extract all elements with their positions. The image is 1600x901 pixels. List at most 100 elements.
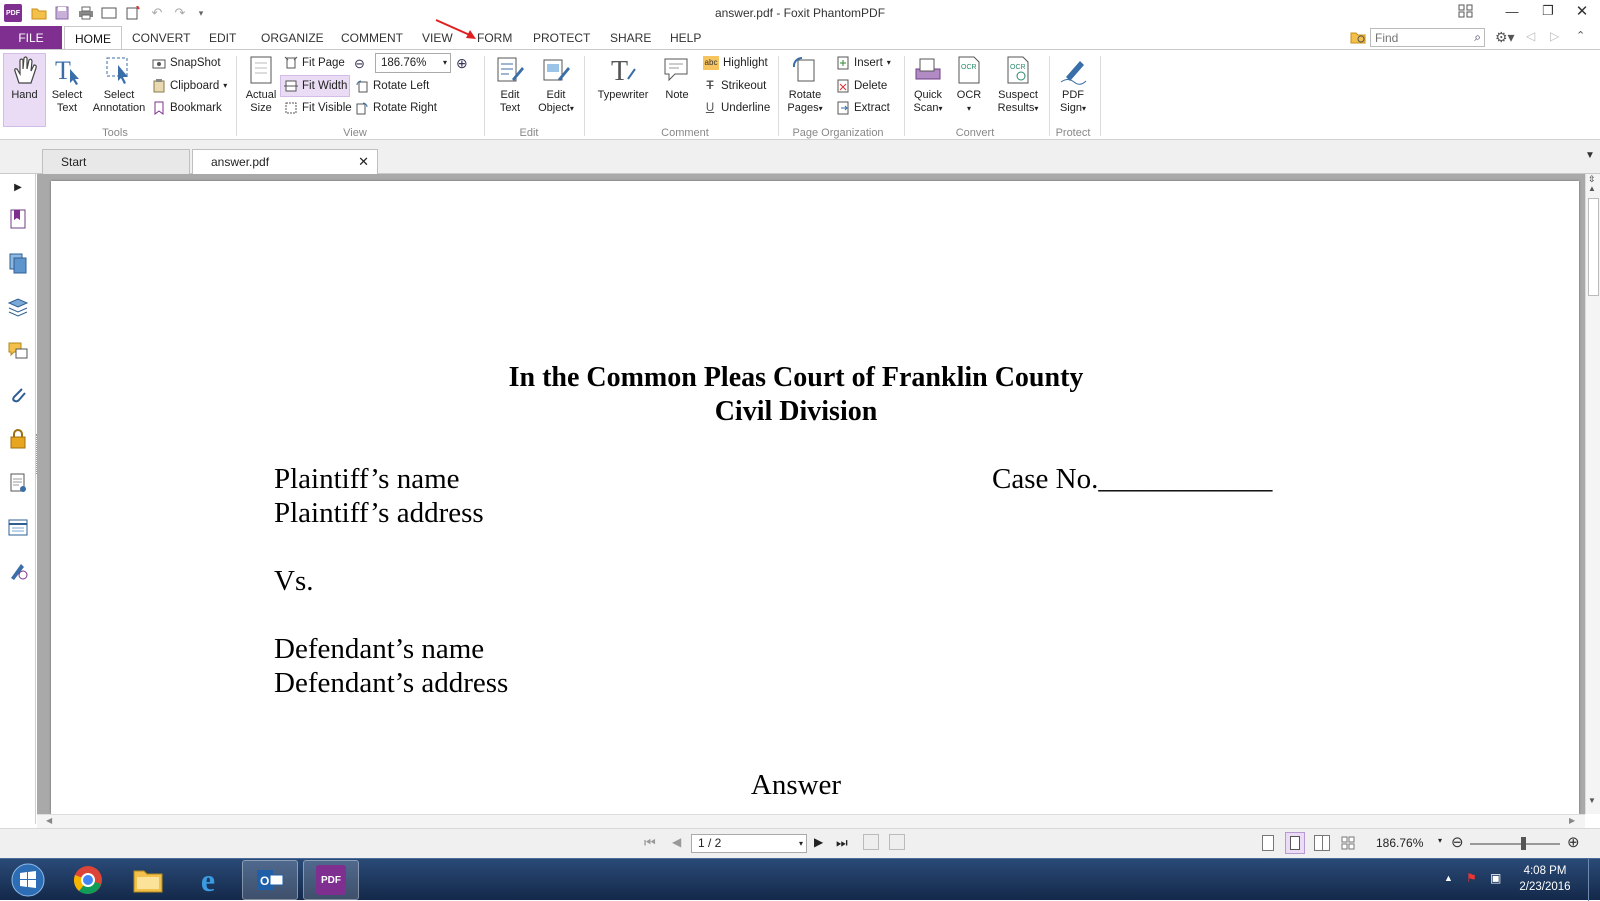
file-menu-button[interactable]: FILE xyxy=(0,26,62,49)
foxit-taskbar-icon[interactable]: PDF xyxy=(303,860,359,900)
show-hidden-icons[interactable]: ▲ xyxy=(1444,873,1453,883)
next-view-icon[interactable]: ▷ xyxy=(1550,29,1559,43)
zoom-out-icon[interactable]: ⊖ xyxy=(354,56,365,72)
scroll-up-icon[interactable]: ▲ xyxy=(1588,184,1596,193)
zoom-dropdown-icon[interactable]: ▾ xyxy=(443,54,447,72)
zoom-slider[interactable] xyxy=(1470,837,1560,850)
select-text-button[interactable]: T Select Text xyxy=(47,54,87,115)
search-folder-icon[interactable] xyxy=(1350,29,1366,45)
restore-layout-icon[interactable] xyxy=(1458,4,1474,18)
strikeout-button[interactable]: T Strikeout xyxy=(703,76,766,96)
outlook-taskbar-icon[interactable]: O xyxy=(242,860,298,900)
edit-object-button[interactable]: Edit Object▾ xyxy=(533,54,579,115)
continuous-view-icon[interactable] xyxy=(1285,832,1305,854)
previous-page-icon[interactable]: ◀ xyxy=(672,835,681,849)
security-panel-icon[interactable] xyxy=(7,428,29,450)
content-panel-icon[interactable] xyxy=(7,472,29,494)
quick-scan-button[interactable]: Quick Scan▾ xyxy=(908,54,948,115)
form-fields-panel-icon[interactable] xyxy=(7,516,29,538)
scroll-left-icon[interactable]: ◀ xyxy=(46,816,52,825)
gear-icon[interactable]: ⚙▾ xyxy=(1495,29,1515,46)
close-tab-icon[interactable]: ✕ xyxy=(358,150,369,174)
continuous-facing-icon[interactable] xyxy=(1340,835,1356,851)
rotate-left-button[interactable]: Rotate Left xyxy=(355,76,429,96)
show-desktop-button[interactable] xyxy=(1588,859,1600,901)
bookmark-button[interactable]: Bookmark xyxy=(152,98,222,118)
action-center-icon[interactable]: ⚑ xyxy=(1466,871,1477,885)
comments-panel-icon[interactable] xyxy=(7,340,29,362)
zoom-slider-thumb[interactable] xyxy=(1521,837,1526,850)
pdf-sign-button[interactable]: PDF Sign▾ xyxy=(1054,54,1092,115)
tab-comment[interactable]: COMMENT xyxy=(331,26,413,49)
signatures-panel-icon[interactable] xyxy=(7,560,29,582)
tab-help[interactable]: HELP xyxy=(660,26,711,49)
last-page-icon[interactable]: ⏭ xyxy=(836,835,848,851)
chrome-taskbar-icon[interactable] xyxy=(60,860,116,900)
hand-tool-button[interactable]: Hand xyxy=(3,53,46,127)
network-icon[interactable]: ▣ xyxy=(1490,871,1501,885)
tab-organize[interactable]: ORGANIZE xyxy=(251,26,334,49)
typewriter-button[interactable]: T Typewriter xyxy=(590,54,656,102)
tab-home[interactable]: HOME xyxy=(64,26,122,49)
horizontal-scrollbar[interactable]: ◀ ▶ xyxy=(37,814,1585,828)
single-page-icon[interactable] xyxy=(1262,835,1274,851)
prev-view-icon[interactable]: ◁ xyxy=(1526,29,1535,43)
tab-list-dropdown-icon[interactable]: ▼ xyxy=(1585,150,1595,161)
file-explorer-taskbar-icon[interactable] xyxy=(120,860,176,900)
tab-answer-pdf[interactable]: answer.pdf ✕ xyxy=(192,149,378,174)
previous-view-icon[interactable] xyxy=(863,834,879,850)
suspect-results-button[interactable]: OCR Suspect Results▾ xyxy=(992,54,1044,115)
layers-panel-icon[interactable] xyxy=(7,296,29,318)
search-icon[interactable]: ⌕ xyxy=(1474,30,1481,45)
start-button[interactable] xyxy=(0,860,56,900)
tab-start[interactable]: Start xyxy=(42,149,190,174)
underline-button[interactable]: U Underline xyxy=(703,98,770,118)
next-view-icon[interactable] xyxy=(889,834,905,850)
ocr-button[interactable]: OCR OCR ▾ xyxy=(952,54,986,115)
tab-share[interactable]: SHARE xyxy=(600,26,661,49)
tab-convert[interactable]: CONVERT xyxy=(122,26,200,49)
highlight-button[interactable]: abc Highlight xyxy=(703,53,768,73)
actual-size-button[interactable]: Actual Size xyxy=(242,54,280,115)
clipboard-button[interactable]: Clipboard ▾ xyxy=(152,76,227,96)
vertical-scrollbar[interactable]: ⇳ ▲ ▼ xyxy=(1585,174,1600,814)
internet-explorer-taskbar-icon[interactable]: e xyxy=(180,860,236,900)
close-button[interactable]: ✕ xyxy=(1564,0,1600,22)
first-page-icon[interactable]: ⏮ xyxy=(644,835,656,851)
scroll-down-icon[interactable]: ▼ xyxy=(1588,796,1596,805)
facing-view-icon[interactable] xyxy=(1314,835,1330,851)
note-button[interactable]: Note xyxy=(658,54,696,102)
fit-visible-button[interactable]: Fit Visible xyxy=(284,98,352,118)
find-box[interactable]: ⌕ xyxy=(1370,28,1485,47)
tab-protect[interactable]: PROTECT xyxy=(523,26,600,49)
tab-edit[interactable]: EDIT xyxy=(199,26,246,49)
snapshot-button[interactable]: SnapShot xyxy=(152,53,221,73)
select-annotation-button[interactable]: Select Annotation xyxy=(89,54,149,115)
zoom-in-status-icon[interactable]: ⊕ xyxy=(1567,833,1580,851)
collapse-ribbon-icon[interactable]: ⌃ xyxy=(1576,29,1585,42)
pages-panel-icon[interactable] xyxy=(7,252,29,274)
next-page-icon[interactable]: ▶ xyxy=(814,835,823,849)
rotate-pages-button[interactable]: Rotate Pages▾ xyxy=(783,54,827,115)
system-clock[interactable]: 4:08 PM 2/23/2016 xyxy=(1515,863,1575,895)
scroll-right-icon[interactable]: ▶ xyxy=(1569,816,1575,825)
zoom-out-status-icon[interactable]: ⊖ xyxy=(1451,833,1464,851)
attachments-panel-icon[interactable] xyxy=(7,384,29,406)
zoom-level-dropdown-icon[interactable]: ▾ xyxy=(1438,836,1442,845)
vertical-scroll-thumb[interactable] xyxy=(1588,198,1599,296)
zoom-in-icon[interactable]: ⊕ xyxy=(456,55,468,72)
fit-page-button[interactable]: Fit Page xyxy=(284,53,348,73)
expand-panel-icon[interactable]: ▶ xyxy=(7,176,29,198)
zoom-select[interactable]: 186.76% ▾ xyxy=(375,53,451,73)
minimize-button[interactable]: — xyxy=(1494,0,1530,22)
maximize-button[interactable]: ❐ xyxy=(1530,0,1566,22)
insert-button[interactable]: Insert ▾ xyxy=(836,53,891,73)
page-number-select[interactable]: 1 / 2 ▾ xyxy=(691,834,807,853)
extract-button[interactable]: Extract xyxy=(836,98,890,118)
rotate-right-button[interactable]: Rotate Right xyxy=(355,98,437,118)
bookmarks-panel-icon[interactable] xyxy=(7,208,29,230)
find-input[interactable] xyxy=(1371,29,1463,46)
delete-button[interactable]: Delete xyxy=(836,76,887,96)
fit-width-button[interactable]: Fit Width xyxy=(280,75,350,97)
edit-text-button[interactable]: Edit Text xyxy=(490,54,530,115)
